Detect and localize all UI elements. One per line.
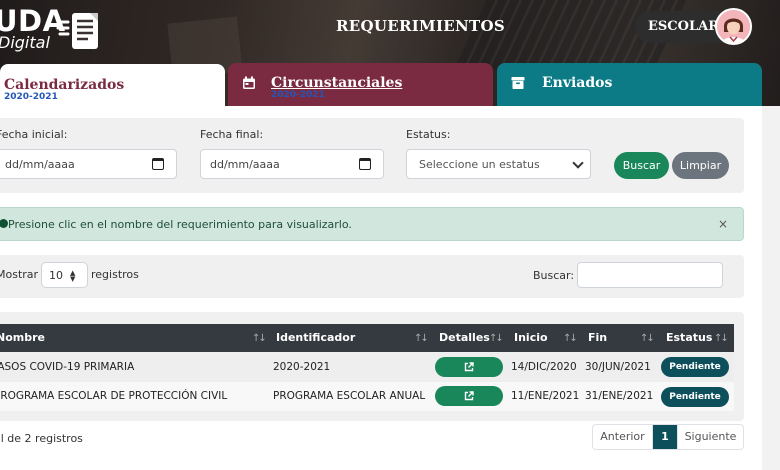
avatar[interactable] — [715, 8, 752, 45]
column-header-fin[interactable]: Fin — [588, 331, 607, 344]
page-1-button[interactable]: 1 — [653, 425, 677, 449]
show-label: Mostrar — [0, 268, 39, 281]
external-link-icon — [464, 362, 474, 372]
sort-arrows-icon: ▲ ▼ — [70, 269, 76, 283]
logo-subtext: Digital — [0, 33, 50, 52]
archive-icon — [511, 77, 525, 89]
status-badge: Pendiente — [661, 387, 729, 407]
tab-label: Enviados — [542, 75, 613, 91]
column-header-identificador[interactable]: Identificador — [276, 331, 355, 344]
start-date-cell: 14/DIC/2020 — [511, 361, 577, 373]
tab-label: Circunstanciales — [271, 75, 403, 91]
status-badge: Pendiente — [661, 357, 729, 377]
start-date-input[interactable]: dd/mm/aaaa — [0, 149, 177, 179]
sort-icon[interactable]: ↑↓ — [414, 333, 429, 344]
tab-enviados[interactable]: Enviados — [497, 63, 762, 106]
status-label: Estatus: — [406, 128, 451, 141]
sort-icon[interactable]: ↑↓ — [489, 333, 504, 344]
details-button[interactable] — [435, 386, 503, 406]
calendar-icon[interactable] — [359, 158, 371, 170]
document-logo-icon — [56, 13, 98, 49]
identifier-cell: PROGRAMA ESCOLAR ANUAL — [273, 390, 426, 402]
start-date-label: Fecha inicial: — [0, 128, 68, 141]
table-search-label: Buscar: — [533, 269, 575, 282]
chevron-down-icon — [572, 157, 584, 169]
column-header-estatus[interactable]: Estatus — [666, 331, 712, 344]
sort-icon[interactable]: ↑↓ — [714, 333, 729, 344]
tab-year: 2020-2021 — [271, 90, 325, 100]
sort-icon[interactable]: ↑↓ — [252, 333, 267, 344]
tab-year: 2020-2021 — [4, 92, 58, 102]
pagination: Anterior 1 Siguiente — [592, 424, 744, 450]
user-avatar-icon — [717, 10, 750, 43]
close-icon[interactable]: × — [718, 217, 728, 231]
calendar-icon — [243, 76, 255, 89]
search-button[interactable]: Buscar — [614, 152, 669, 179]
identifier-cell: 2020-2021 — [273, 361, 331, 373]
records-label: registros — [91, 268, 139, 281]
end-date-cell: 31/ENE/2021 — [585, 390, 654, 402]
info-icon — [0, 219, 8, 228]
tab-circunstanciales[interactable]: Circunstanciales 2020-2021 — [228, 63, 493, 106]
table-info: al de 2 registros — [0, 432, 83, 445]
column-header-detalles[interactable]: Detalles — [439, 331, 490, 344]
column-header-inicio[interactable]: Inicio — [514, 331, 548, 344]
calendar-icon[interactable] — [152, 158, 164, 170]
sort-icon[interactable]: ↑↓ — [640, 333, 655, 344]
alert-message: Presione clic en el nombre del requerimi… — [8, 218, 352, 231]
tab-calendarizados[interactable]: Calendarizados 2020-2021 — [0, 64, 225, 106]
uda-digital-logo[interactable]: UDA Digital — [0, 4, 110, 52]
previous-page-button[interactable]: Anterior — [593, 425, 653, 449]
external-link-icon — [464, 391, 474, 401]
requirement-name-link[interactable]: PROGRAMA ESCOLAR DE PROTECCIÓN CIVIL — [0, 390, 227, 402]
page-size-select[interactable]: 10 ▲ ▼ — [41, 262, 88, 288]
table-search-input[interactable] — [577, 262, 723, 288]
status-select[interactable]: Seleccione un estatus — [406, 149, 591, 179]
details-button[interactable] — [435, 357, 503, 377]
clear-button[interactable]: Limpiar — [672, 152, 729, 179]
table-header — [0, 324, 734, 352]
requirement-name-link[interactable]: CASOS COVID-19 PRIMARIA — [0, 361, 134, 373]
sort-icon[interactable]: ↑↓ — [563, 333, 578, 344]
user-role-label: ESCOLAR — [648, 19, 719, 34]
end-date-label: Fecha final: — [200, 128, 264, 141]
column-header-nombre[interactable]: Nombre — [0, 331, 45, 344]
tab-label: Calendarizados — [4, 77, 125, 93]
start-date-cell: 11/ENE/2021 — [511, 390, 580, 402]
end-date-cell: 30/JUN/2021 — [585, 361, 651, 373]
info-alert: Presione clic en el nombre del requerimi… — [0, 207, 744, 241]
page-title: REQUERIMIENTOS — [336, 17, 505, 35]
next-page-button[interactable]: Siguiente — [677, 425, 743, 449]
end-date-input[interactable]: dd/mm/aaaa — [200, 149, 384, 179]
